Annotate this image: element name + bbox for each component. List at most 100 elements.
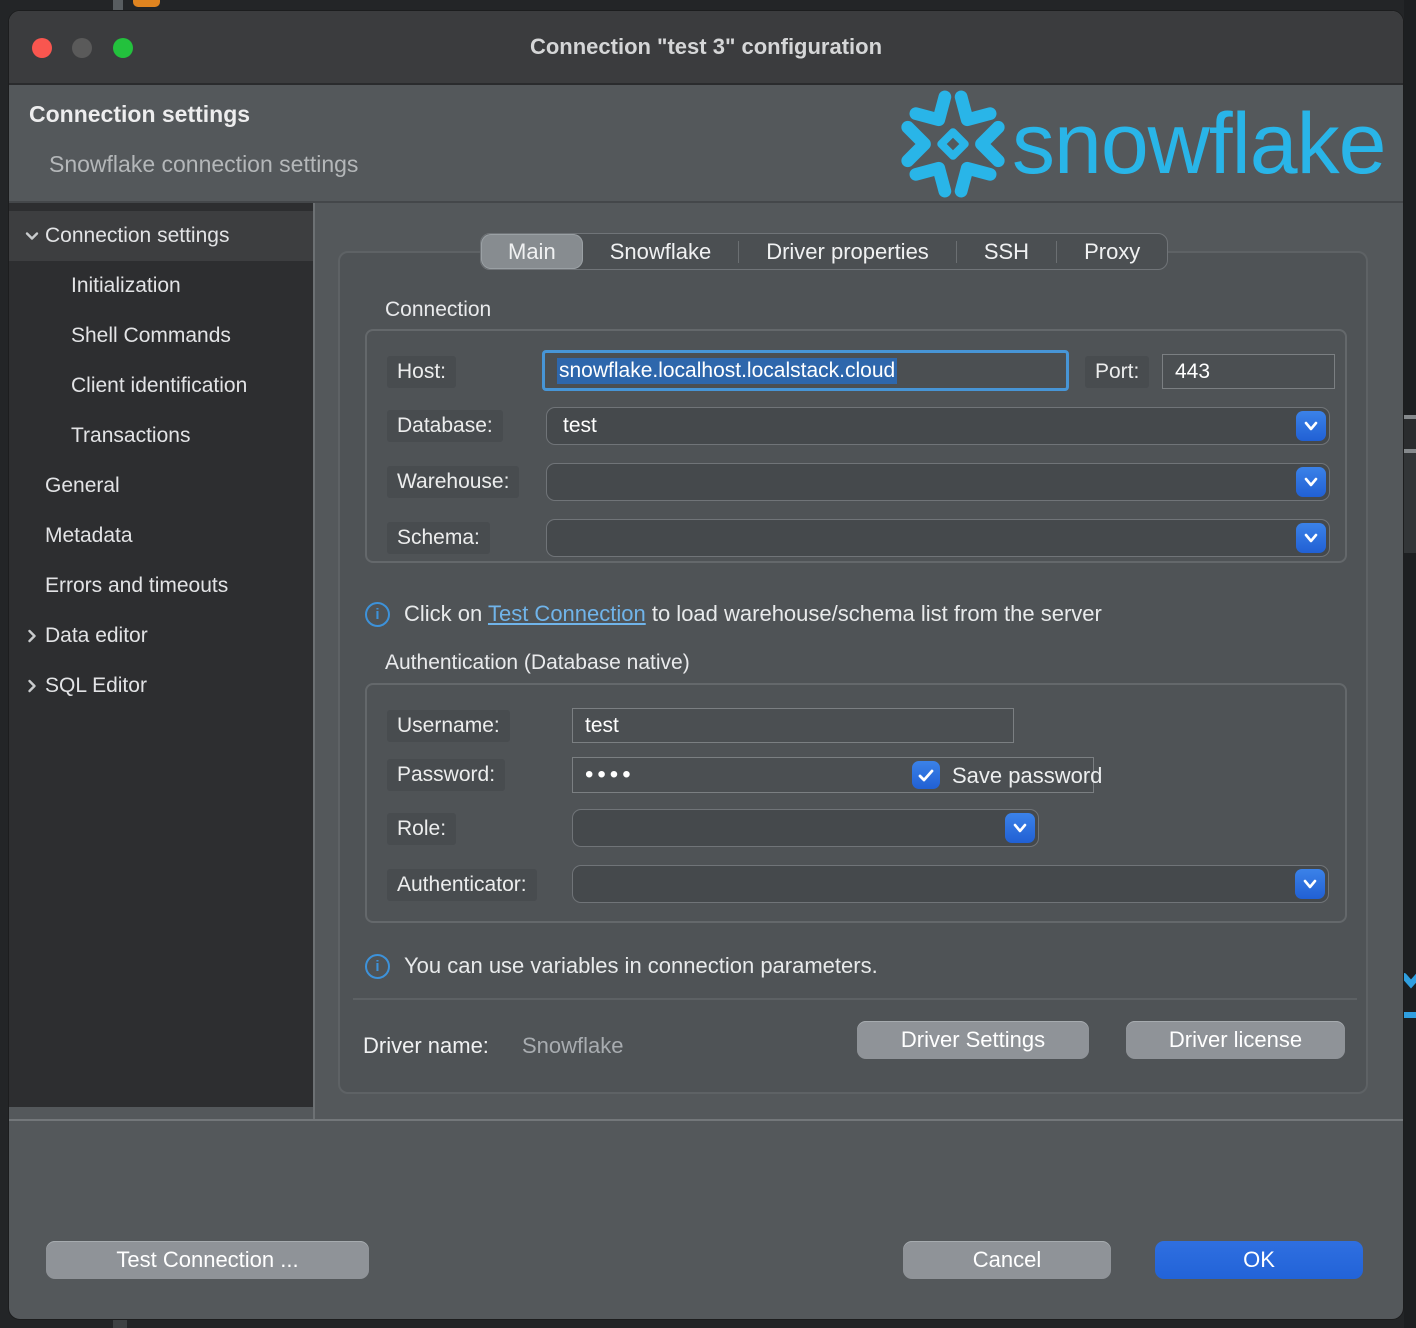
sidebar-item-label: Transactions xyxy=(71,424,190,448)
username-input[interactable]: test xyxy=(572,708,1014,743)
info-icon: i xyxy=(365,954,390,979)
sidebar-item-shell-commands[interactable]: Shell Commands xyxy=(9,311,313,361)
save-password-checkbox[interactable] xyxy=(912,761,940,789)
chevron-down-icon xyxy=(1304,533,1318,543)
sidebar-item-label: Shell Commands xyxy=(71,324,231,348)
hint-prefix: Click on xyxy=(404,601,488,626)
info-icon: i xyxy=(365,602,390,627)
minimize-window-button[interactable] xyxy=(72,38,92,58)
background-dock-blob xyxy=(113,1320,127,1328)
variables-hint-text: You can use variables in connection para… xyxy=(404,953,878,979)
chevron-down-icon xyxy=(1013,823,1027,833)
background-cursor-icon xyxy=(133,0,160,7)
authenticator-combo[interactable] xyxy=(572,865,1329,903)
variables-hint: i You can use variables in connection pa… xyxy=(365,953,878,979)
zoom-window-button[interactable] xyxy=(113,38,133,58)
port-input[interactable]: 443 xyxy=(1162,354,1335,389)
page-subtitle: Snowflake connection settings xyxy=(49,151,358,178)
driver-name-value: Snowflake xyxy=(522,1033,624,1059)
sidebar-item-data-editor[interactable]: Data editor xyxy=(9,611,313,661)
sidebar-item-initialization[interactable]: Initialization xyxy=(9,261,313,311)
username-label: Username: xyxy=(387,710,510,742)
hint-text: Click on Test Connection to load warehou… xyxy=(404,601,1102,627)
tab-bar: Main Snowflake Driver properties SSH Pro… xyxy=(480,233,1168,270)
schema-combo[interactable] xyxy=(546,519,1330,557)
password-label: Password: xyxy=(387,759,505,791)
connection-group-label: Connection xyxy=(385,298,491,322)
database-combo-button[interactable] xyxy=(1296,411,1326,441)
tab-main[interactable]: Main xyxy=(481,234,583,269)
sidebar-item-label: General xyxy=(45,474,120,498)
driver-license-button[interactable]: Driver license xyxy=(1126,1021,1345,1059)
sidebar-item-label: SQL Editor xyxy=(45,674,147,698)
role-combo-button[interactable] xyxy=(1005,813,1035,843)
right-strip-block xyxy=(1404,419,1416,449)
right-strip-block xyxy=(1404,453,1416,553)
snowflake-logo-icon xyxy=(894,85,1012,203)
page-title: Connection settings xyxy=(29,101,250,128)
host-input[interactable]: snowflake.localhost.localstack.cloud xyxy=(542,350,1069,391)
port-value: 443 xyxy=(1175,360,1210,384)
database-combo[interactable]: test xyxy=(546,407,1330,445)
dialog-footer: Test Connection ... Cancel OK xyxy=(9,1119,1403,1320)
warehouse-combo[interactable] xyxy=(546,463,1330,501)
database-label: Database: xyxy=(387,410,503,442)
sidebar-item-metadata[interactable]: Metadata xyxy=(9,511,313,561)
close-window-button[interactable] xyxy=(32,38,52,58)
driver-name-label: Driver name: xyxy=(363,1033,489,1059)
driver-settings-button[interactable]: Driver Settings xyxy=(857,1021,1089,1059)
username-value: test xyxy=(585,714,619,738)
sidebar-item-label: Connection settings xyxy=(45,224,229,248)
titlebar[interactable]: Connection "test 3" configuration xyxy=(9,11,1403,85)
test-connection-button[interactable]: Test Connection ... xyxy=(46,1241,369,1279)
screen: { "window": { "title": "Connection \"tes… xyxy=(0,0,1416,1328)
dialog-header: Connection settings Snowflake connection… xyxy=(9,85,1403,203)
chevron-down-icon xyxy=(1304,421,1318,431)
authenticator-label: Authenticator: xyxy=(387,869,537,901)
port-label: Port: xyxy=(1085,356,1149,388)
host-value: snowflake.localhost.localstack.cloud xyxy=(557,358,897,384)
sidebar-item-connection-settings[interactable]: Connection settings xyxy=(9,211,313,261)
schema-combo-button[interactable] xyxy=(1296,523,1326,553)
sidebar-item-general[interactable]: General xyxy=(9,461,313,511)
sidebar-item-transactions[interactable]: Transactions xyxy=(9,411,313,461)
save-password-label: Save password xyxy=(952,763,1102,789)
snowflake-logo: snowflake xyxy=(894,85,1385,203)
snowflake-logo-wordmark: snowflake xyxy=(1012,85,1385,203)
tab-proxy[interactable]: Proxy xyxy=(1057,234,1167,269)
sidebar-item-label: Client identification xyxy=(71,374,247,398)
sidebar-item-label: Metadata xyxy=(45,524,133,548)
warehouse-combo-button[interactable] xyxy=(1296,467,1326,497)
role-label: Role: xyxy=(387,813,456,845)
tab-label: Proxy xyxy=(1084,239,1140,265)
cancel-button[interactable]: Cancel xyxy=(903,1241,1111,1279)
authentication-group: Username: test Password: •••• Save passw… xyxy=(365,683,1347,923)
connection-group: Host: snowflake.localhost.localstack.clo… xyxy=(365,329,1347,563)
sidebar-item-sql-editor[interactable]: SQL Editor xyxy=(9,661,313,711)
chevron-right-icon[interactable] xyxy=(22,676,42,696)
sidebar-item-label: Errors and timeouts xyxy=(45,574,228,598)
authenticator-combo-button[interactable] xyxy=(1295,869,1325,899)
sidebar-item-errors-and-timeouts[interactable]: Errors and timeouts xyxy=(9,561,313,611)
sidebar-item-label: Initialization xyxy=(71,274,181,298)
tab-snowflake[interactable]: Snowflake xyxy=(583,234,739,269)
tab-label: Snowflake xyxy=(610,239,712,265)
role-combo[interactable] xyxy=(572,809,1039,847)
connection-config-dialog: Connection "test 3" configuration Connec… xyxy=(8,10,1404,1320)
driver-divider xyxy=(353,998,1357,1000)
tab-driver-properties[interactable]: Driver properties xyxy=(739,234,956,269)
tab-ssh[interactable]: SSH xyxy=(957,234,1056,269)
chevron-down-icon xyxy=(1303,879,1317,889)
test-connection-link[interactable]: Test Connection xyxy=(488,601,646,626)
sidebar-item-label: Data editor xyxy=(45,624,148,648)
test-connection-hint: i Click on Test Connection to load wareh… xyxy=(365,601,1102,627)
chevron-down-icon[interactable] xyxy=(22,226,42,246)
main-tab-panel: Connection Host: snowflake.localhost.loc… xyxy=(338,251,1368,1094)
main-content: Main Snowflake Driver properties SSH Pro… xyxy=(315,203,1404,1119)
hint-suffix: to load warehouse/schema list from the s… xyxy=(646,601,1102,626)
chevron-right-icon[interactable] xyxy=(22,626,42,646)
host-label: Host: xyxy=(387,356,456,388)
sidebar-item-client-identification[interactable]: Client identification xyxy=(9,361,313,411)
check-icon xyxy=(918,769,934,782)
ok-button[interactable]: OK xyxy=(1155,1241,1363,1279)
